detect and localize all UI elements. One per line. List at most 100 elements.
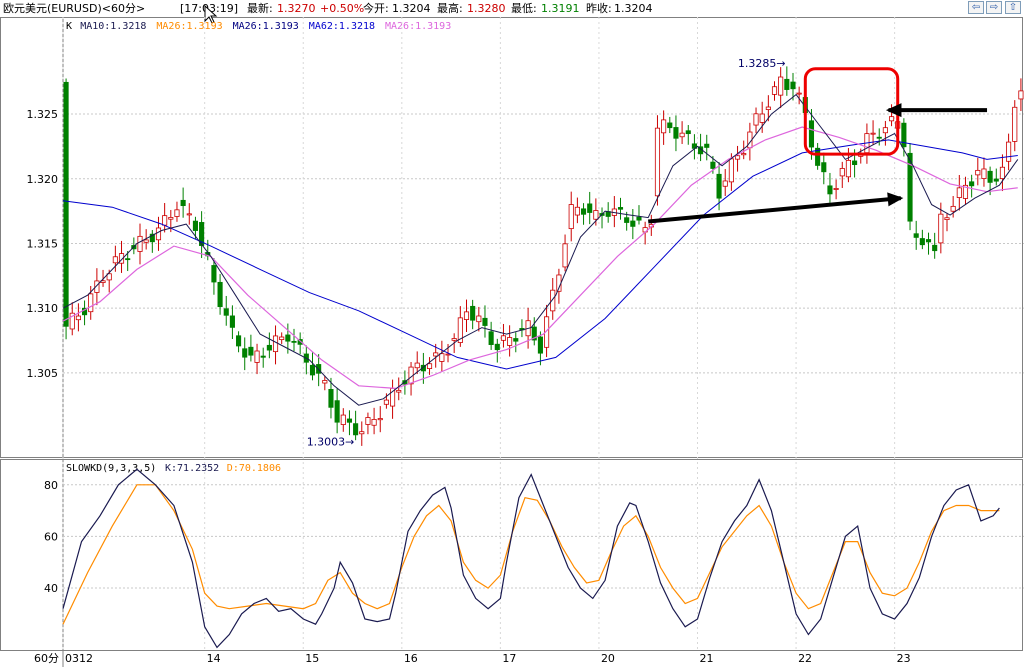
candle-up [186, 213, 192, 216]
candle-up [168, 217, 174, 220]
candle-down [291, 340, 297, 343]
candle-up [155, 227, 162, 241]
candle-up [722, 180, 728, 187]
candle-down [710, 161, 716, 169]
candle-down [784, 78, 790, 90]
candle-up [778, 76, 784, 96]
kd-legend-item-2: D:70.1806 [227, 463, 281, 474]
main-y-tick: 1.315 [27, 237, 59, 250]
candle-down [685, 130, 691, 135]
annotation-arrowhead [887, 192, 904, 207]
candle-up [371, 419, 377, 426]
candle-down [248, 346, 254, 356]
candle-up [882, 127, 888, 134]
candle-down [513, 338, 519, 342]
candle-up [426, 363, 433, 369]
kd-y-tick: 60 [44, 530, 58, 543]
candle-down [309, 364, 316, 376]
candle-up [414, 362, 420, 369]
candle-up [254, 350, 260, 363]
candle-down [667, 122, 673, 129]
candle-up [340, 414, 346, 425]
candle-down [636, 216, 642, 221]
candle-up [1018, 90, 1024, 100]
date-label: 0312 [65, 652, 93, 665]
kd-k-line [62, 468, 1000, 649]
candle-up [679, 132, 685, 138]
candle-down [192, 220, 199, 231]
candle-down [876, 136, 882, 139]
date-label: 23 [897, 652, 911, 665]
candle-up [562, 243, 568, 268]
candle-down [125, 258, 131, 261]
candle-up [143, 239, 149, 243]
candle-up [174, 209, 180, 217]
candle-down [808, 120, 815, 148]
candle-down [913, 233, 919, 238]
candle-up [944, 217, 950, 220]
candle-up [451, 338, 457, 341]
date-label: 20 [601, 652, 615, 665]
date-label: 15 [305, 652, 319, 665]
candle-down [790, 81, 796, 90]
candle-up [112, 256, 118, 264]
main-legend-item-2: MA26:1.3193 [156, 21, 222, 32]
candle-up [507, 337, 513, 346]
prev-value: 1.3204 [614, 2, 653, 15]
candle-down [993, 178, 999, 182]
candle-up [999, 166, 1005, 179]
annotation-arrow-line [648, 196, 901, 224]
main-legend-item-3: MA26:1.3193 [233, 21, 299, 32]
low-label: 最低: [511, 2, 537, 15]
high-label: 最高: [437, 1, 463, 15]
candle-down [932, 244, 938, 252]
date-label: 17 [502, 652, 516, 665]
candle-up [796, 92, 802, 95]
candle-up [753, 113, 759, 126]
candle-up [322, 380, 328, 384]
candle-up [383, 399, 389, 405]
candle-up [950, 205, 956, 212]
instrument-title: 欧元美元(EURUSD)<60分> [3, 2, 145, 15]
candle-up [956, 187, 962, 198]
candle-down [334, 400, 340, 423]
candle-down [969, 181, 975, 187]
candle-up [137, 235, 143, 252]
main-y-tick: 1.305 [27, 367, 59, 380]
main-y-tick: 1.325 [27, 108, 59, 121]
scroll-left-button[interactable]: ⇦ [968, 1, 984, 14]
candle-up [1012, 106, 1018, 142]
candle-down [242, 348, 248, 358]
candle-down [624, 217, 630, 223]
candle-up [439, 353, 445, 362]
candle-down [488, 331, 494, 345]
candle-down [630, 220, 636, 227]
candle-up [500, 335, 507, 341]
kd-d-line [62, 484, 1000, 625]
chart-window: 欧元美元(EURUSD)<60分> [17:03:19] 最新: 1.3270 +0.5… [0, 0, 1024, 667]
candle-up [981, 168, 987, 179]
high-marker-label: 1.3285→ [738, 57, 786, 70]
open-label: 今开: [363, 1, 389, 15]
date-label: 14 [207, 652, 221, 665]
main-legend-item-5: MA26:1.3193 [385, 21, 451, 32]
candle-up [654, 127, 661, 197]
candle-down [587, 203, 593, 213]
candle-up [765, 106, 771, 110]
candle-up [88, 293, 94, 313]
candle-down [328, 389, 334, 408]
candle-down [617, 207, 624, 210]
annotation-arrowhead [885, 103, 902, 118]
chart-canvas[interactable]: 欧元美元(EURUSD)<60分> [17:03:19] 最新: 1.3270 +0.5… [0, 0, 1024, 667]
candle-up [593, 210, 599, 220]
candle-up [1006, 141, 1012, 162]
kd-legend-item-0: SLOWKD(9,3,3,5) [66, 463, 156, 474]
candle-up [759, 113, 765, 123]
candle-down [537, 336, 543, 354]
candle-down [704, 143, 710, 148]
candle-up [463, 311, 470, 320]
scroll-right-button[interactable]: ⇨ [986, 1, 1002, 14]
candle-down [494, 343, 500, 351]
maximize-button[interactable]: ⇧ [1005, 1, 1021, 14]
candle-up [272, 335, 279, 353]
